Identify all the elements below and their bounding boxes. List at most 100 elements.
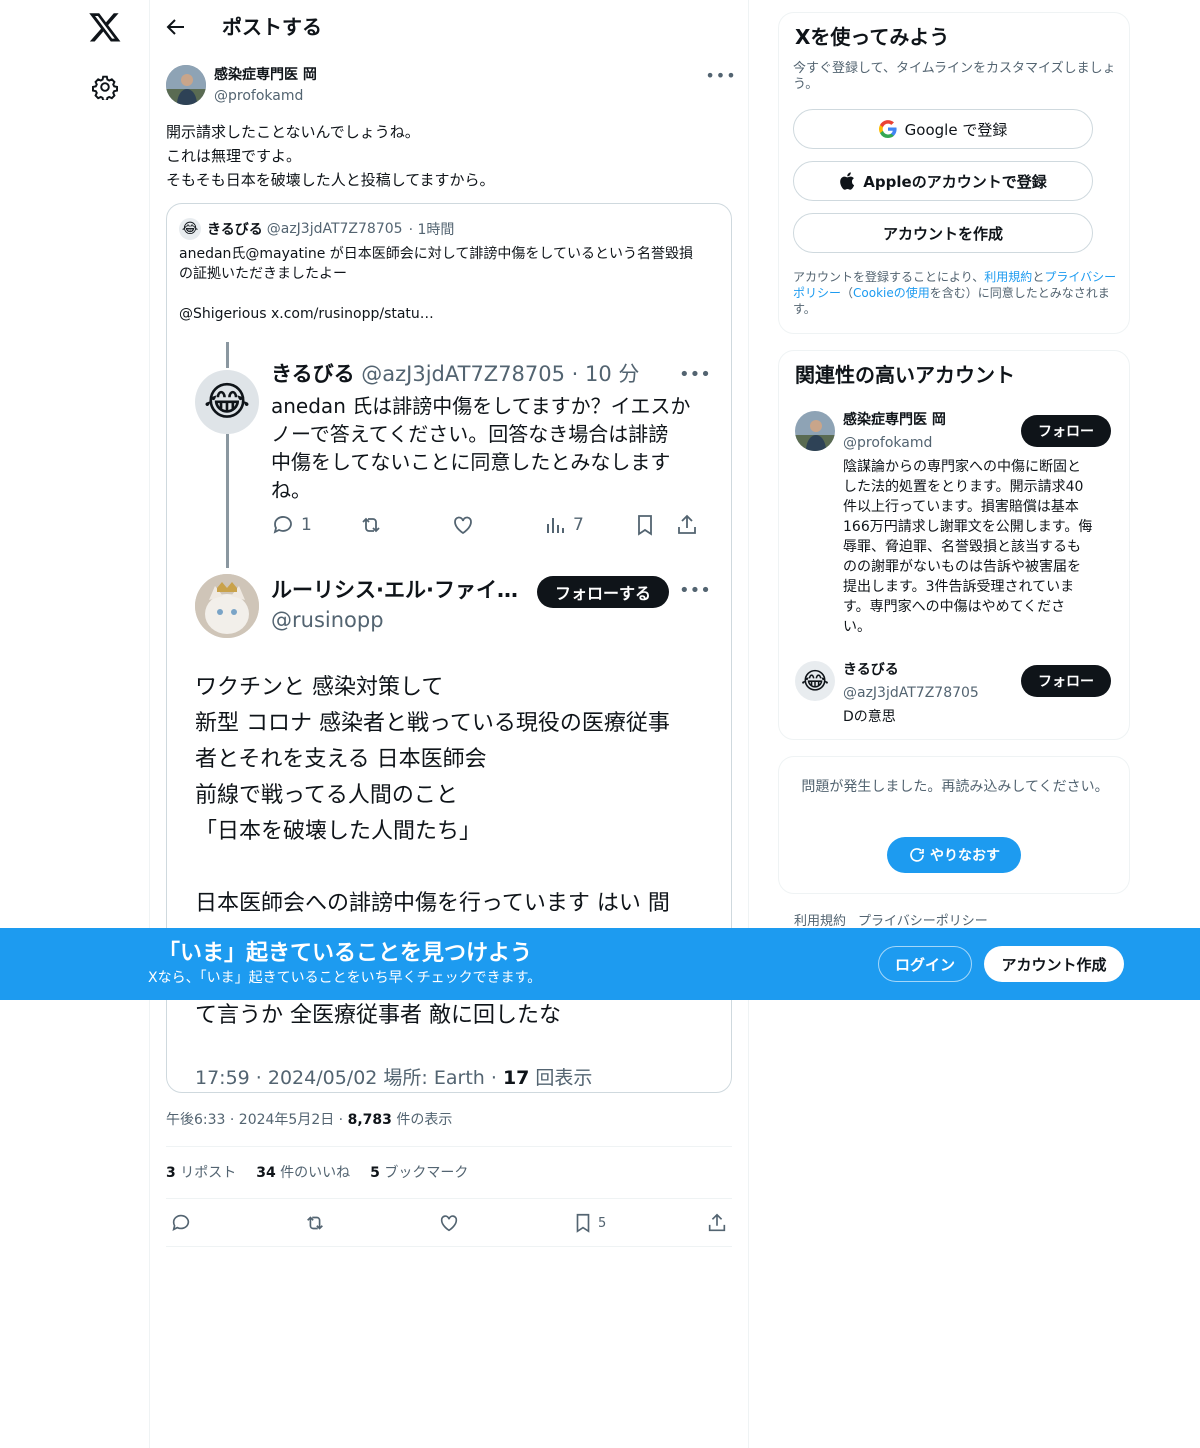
quoted-link[interactable]: @Shigerious x.com/rusinopp/statu… bbox=[179, 304, 434, 324]
like-button[interactable] bbox=[438, 1210, 460, 1236]
retry-button[interactable]: やりなおす bbox=[887, 837, 1021, 873]
cat-photo-icon bbox=[195, 574, 259, 638]
views-label: 件の表示 bbox=[391, 1112, 453, 1128]
original-body-line: 前線で戦ってる人間のこと bbox=[195, 783, 458, 808]
bio-line: した法的処置をとります。開示請求40 bbox=[843, 479, 1084, 495]
bio-line: 166万円請求し謝罪文を公開します。侮 bbox=[843, 519, 1093, 535]
post-timestamp: 午後6:33 · 2024年5月2日 · 8,783 件の表示 bbox=[166, 1110, 452, 1130]
retry-label: やりなおす bbox=[930, 848, 1000, 864]
comment-icon bbox=[172, 1214, 190, 1231]
bio-line: す。専門家への中傷はやめてくださ bbox=[843, 599, 1066, 615]
reply-like bbox=[451, 510, 481, 540]
terms-link[interactable]: 利用規約 bbox=[984, 270, 1032, 284]
cookie-link[interactable]: Cookieの使用 bbox=[853, 286, 930, 300]
original-body-line bbox=[195, 850, 715, 886]
main-column: ポストする 感染症専門医 岡 @profokamd ••• 開示請求したことない… bbox=[150, 0, 748, 1448]
apple-signup-button[interactable]: Appleのアカウントで登録 bbox=[793, 161, 1093, 201]
signup-card: Xを使ってみよう 今すぐ登録して、タイムラインをカスタマイズしましょう。 Goo… bbox=[778, 12, 1130, 334]
share-button[interactable] bbox=[706, 1210, 728, 1236]
more-options-icon[interactable]: ••• bbox=[705, 64, 735, 86]
reply-header: きるびる @azJ3jdAT7Z78705 · 10 分 bbox=[271, 360, 639, 388]
reply-text-line: anedan 氏は誹謗中傷をしてますか？イエスか bbox=[271, 394, 691, 418]
left-nav bbox=[0, 0, 150, 1448]
likes-stat[interactable]: 34 件のいいね bbox=[256, 1163, 350, 1183]
reply-name: きるびる bbox=[271, 362, 355, 386]
related-accounts-title: 関連性の高いアカウント bbox=[795, 363, 1015, 387]
reply-views: 7 bbox=[543, 510, 584, 540]
google-signup-label: Google で登録 bbox=[904, 120, 1008, 139]
back-arrow-icon[interactable] bbox=[164, 15, 188, 39]
bookmarks-stat[interactable]: 5 ブックマーク bbox=[370, 1163, 468, 1183]
create-account-button[interactable]: アカウント作成 bbox=[984, 946, 1124, 982]
legal-text: アカウントを登録することにより、 bbox=[793, 270, 985, 284]
laughing-emoji-icon: 😂 bbox=[203, 379, 251, 425]
related-accounts-card: 関連性の高いアカウント 感染症専門医 岡 @profokamd フォロー 陰謀論… bbox=[778, 350, 1130, 740]
footer-privacy-link[interactable]: プライバシーポリシー bbox=[858, 910, 988, 929]
bio-line: 提出します。3件告訴受理されていま bbox=[843, 579, 1075, 595]
reply-bookmark bbox=[633, 510, 663, 540]
settings-gear-icon[interactable] bbox=[92, 74, 118, 100]
signup-card-title: Xを使ってみよう bbox=[795, 25, 950, 49]
original-meta-prefix: 17:59 · 2024/05/02 場所: Earth · bbox=[195, 1067, 503, 1089]
likes-count: 34 bbox=[256, 1165, 276, 1181]
view-count: 7 bbox=[573, 515, 584, 535]
account-name[interactable]: きるびる bbox=[843, 661, 899, 679]
original-body-line: 者とそれを支える 日本医師会 bbox=[195, 747, 487, 772]
comment-icon bbox=[273, 516, 292, 534]
reply-comment: 1 bbox=[271, 510, 312, 540]
author-handle[interactable]: @profokamd bbox=[214, 86, 303, 106]
avatar[interactable]: 😂 bbox=[795, 661, 835, 701]
quoted-text-line: anedan氏@mayatine が日本医師会に対して誹謗中傷をしているという名… bbox=[179, 246, 693, 262]
original-body-line: ワクチンと 感染対策して bbox=[195, 675, 444, 700]
repost-button[interactable] bbox=[304, 1210, 326, 1236]
x-logo-icon[interactable] bbox=[88, 10, 122, 44]
author-name[interactable]: 感染症専門医 岡 bbox=[214, 66, 317, 84]
footer-links: 利用規約 プライバシーポリシー bbox=[794, 910, 988, 929]
quoted-post-header: 😂 きるびる @azJ3jdAT7Z78705 · 1時間 bbox=[179, 218, 454, 240]
thread-line bbox=[226, 434, 229, 568]
timestamp-text[interactable]: 午後6:33 · 2024年5月2日 · bbox=[166, 1112, 348, 1128]
reply-text-line: ね。 bbox=[271, 478, 311, 502]
reposts-stat[interactable]: 3 リポスト bbox=[166, 1163, 236, 1183]
legal-text: （ bbox=[841, 286, 854, 300]
more-options-icon: ••• bbox=[679, 580, 711, 601]
bookmarks-label: ブックマーク bbox=[379, 1165, 469, 1181]
page-title: ポストする bbox=[222, 15, 322, 39]
reply-text-line: 中傷をしてないことに同意したとみなします bbox=[271, 450, 671, 474]
avatar[interactable] bbox=[166, 65, 206, 105]
bookmark-button[interactable]: 5 bbox=[572, 1210, 606, 1236]
heart-icon bbox=[454, 516, 472, 535]
bookmark-count: 5 bbox=[598, 1215, 607, 1231]
quoted-avatar: 😂 bbox=[179, 218, 201, 240]
original-author-handle: @rusinopp bbox=[271, 608, 384, 632]
reply-count: 1 bbox=[301, 515, 312, 535]
bookmark-icon bbox=[638, 515, 652, 536]
account-name[interactable]: 感染症専門医 岡 bbox=[843, 411, 946, 429]
account-handle[interactable]: @profokamd bbox=[843, 433, 932, 453]
author-photo-icon bbox=[166, 65, 206, 105]
reply-button[interactable] bbox=[170, 1210, 192, 1236]
original-post-body: ワクチンと 感染対策して 新型 コロナ 感染者と戦っている現役の医療従事 者とそ… bbox=[195, 670, 715, 922]
quoted-text-line: の証拠いただきましたよー bbox=[179, 266, 347, 282]
bio-line: のの謝罪がないものは告訴や被害届を bbox=[843, 559, 1081, 575]
avatar[interactable] bbox=[795, 411, 835, 451]
reposts-label: リポスト bbox=[175, 1165, 237, 1181]
google-signup-button[interactable]: Google で登録 bbox=[793, 109, 1093, 149]
more-options-icon: ••• bbox=[679, 364, 711, 385]
login-button[interactable]: ログイン bbox=[878, 946, 972, 982]
original-avatar bbox=[195, 574, 259, 638]
repost-icon bbox=[307, 1216, 323, 1230]
footer-terms-link[interactable]: 利用規約 bbox=[794, 910, 846, 929]
create-account-button[interactable]: アカウントを作成 bbox=[793, 213, 1093, 253]
follow-button[interactable]: フォロー bbox=[1021, 665, 1111, 697]
reply-repost bbox=[359, 510, 389, 540]
account-handle[interactable]: @azJ3jdAT7Z78705 bbox=[843, 683, 979, 703]
post-actions: 5 bbox=[166, 1210, 732, 1236]
original-body-line: 日本医師会への誹謗中傷を行っています はい 間 bbox=[195, 891, 670, 916]
follow-button[interactable]: フォロー bbox=[1021, 415, 1111, 447]
error-message: 問題が発生しました。再読み込みしてください。 bbox=[801, 779, 1109, 795]
signup-card-subtitle: 今すぐ登録して、タイムラインをカスタマイズしましょう。 bbox=[793, 61, 1116, 92]
divider bbox=[166, 1146, 732, 1147]
error-card: 問題が発生しました。再読み込みしてください。 やりなおす bbox=[778, 756, 1130, 894]
reply-text-line: ノーで答えてください。回答なき場合は誹謗 bbox=[271, 422, 669, 446]
